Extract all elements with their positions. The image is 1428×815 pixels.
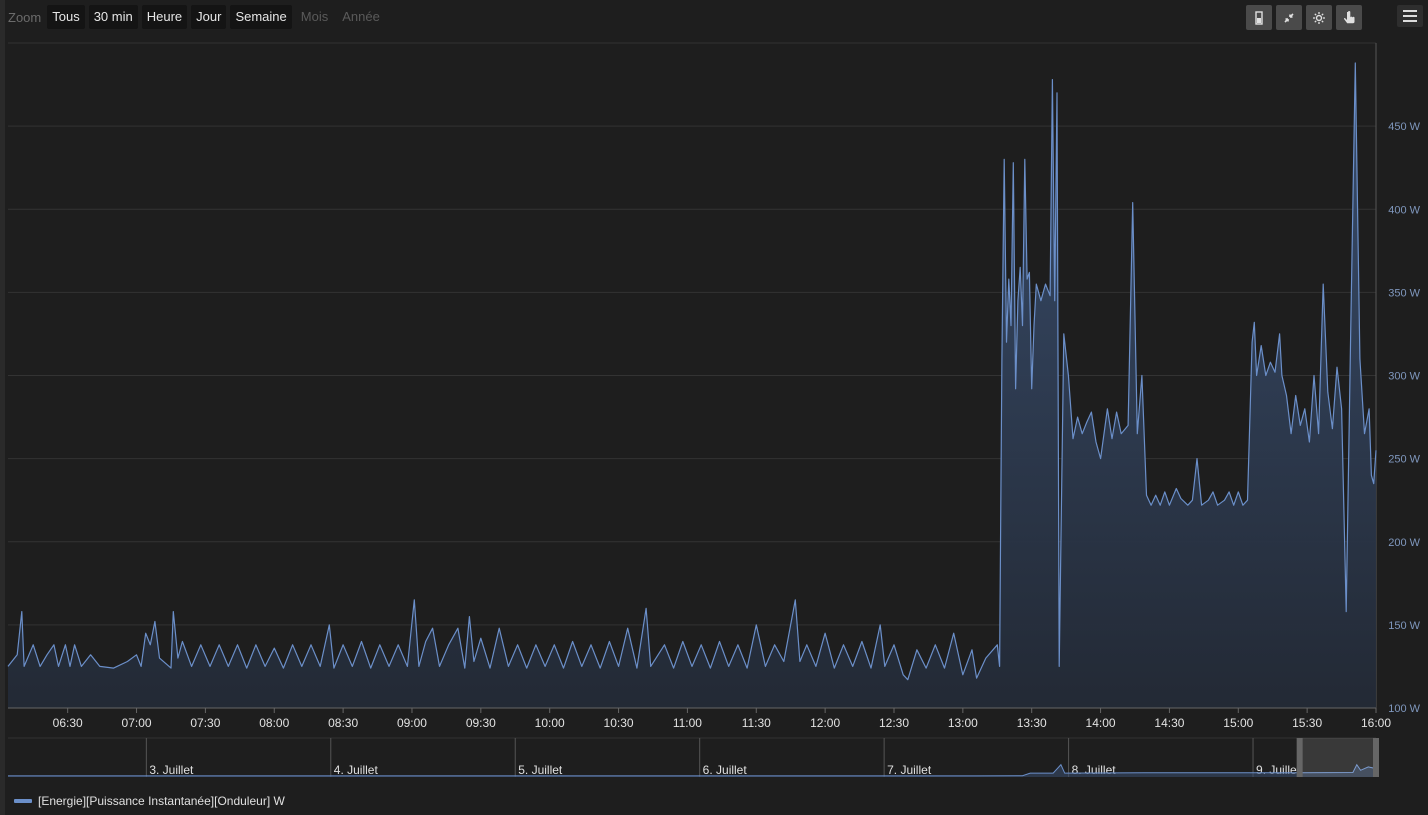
x-tick-label: 06:30: [53, 716, 83, 730]
x-tick-label: 09:00: [397, 716, 427, 730]
navigator[interactable]: 3. Juillet 4. Juillet 5. Juillet 6. Juillet…: [8, 737, 1379, 777]
navigator-handle-right: [1373, 738, 1379, 777]
y-tick-label: 300 W: [1388, 371, 1420, 383]
x-tick-label: 15:30: [1292, 716, 1322, 730]
x-tick-label: 12:00: [810, 716, 840, 730]
navigator-date-label: 4. Juillet: [334, 763, 379, 777]
navigator-date-label: 6. Juillet: [703, 763, 748, 777]
y-tick-label: 350 W: [1388, 287, 1420, 299]
plot-area[interactable]: [7, 62, 1377, 708]
navigator-date-label: 5. Juillet: [518, 763, 563, 777]
legend-label: [Energie][Puissance Instantanée][Onduleu…: [38, 794, 285, 808]
legend-swatch: [14, 799, 32, 803]
navigator-series-area: [8, 764, 1376, 777]
x-tick-label: 08:30: [328, 716, 358, 730]
x-tick-label: 07:00: [122, 716, 152, 730]
x-tick-label: 10:00: [535, 716, 565, 730]
navigator-date-label: 7. Juillet: [887, 763, 932, 777]
navigator-handle-left: [1296, 738, 1303, 777]
x-axis: 06:30 07:00 07:30 08:00 08:30 09:00 09:30 10:00…: [8, 707, 1391, 730]
y-tick-label: 400 W: [1388, 204, 1420, 216]
x-tick-label: 14:30: [1154, 716, 1184, 730]
navigator-selection-mask: [1299, 738, 1376, 777]
x-tick-label: 12:30: [879, 716, 909, 730]
y-tick-label: 150 W: [1388, 620, 1420, 632]
x-tick-label: 16:00: [1361, 716, 1391, 730]
x-tick-label: 14:00: [1086, 716, 1116, 730]
x-tick-label: 09:30: [466, 716, 496, 730]
series-area: [8, 63, 1376, 708]
x-tick-label: 15:00: [1223, 716, 1253, 730]
y-tick-label: 100 W: [1388, 703, 1420, 715]
x-tick-label: 08:00: [259, 716, 289, 730]
x-tick-label: 11:30: [742, 716, 771, 730]
y-tick-label: 450 W: [1388, 121, 1420, 133]
x-tick-label: 13:30: [1017, 716, 1047, 730]
x-tick-label: 10:30: [604, 716, 634, 730]
x-tick-label: 11:00: [673, 716, 702, 730]
y-tick-label: 250 W: [1388, 454, 1420, 466]
navigator-date-label: 3. Juillet: [149, 763, 194, 777]
legend-item[interactable]: [Energie][Puissance Instantanée][Onduleu…: [14, 794, 285, 808]
x-tick-label: 13:00: [948, 716, 978, 730]
chart-canvas: 100 W 150 W 200 W 250 W 300 W 350 W 400 W 450 W…: [7, 42, 1421, 777]
y-tick-label: 200 W: [1388, 537, 1420, 549]
x-tick-label: 07:30: [190, 716, 220, 730]
y-axis-labels: 100 W 150 W 200 W 250 W 300 W 350 W 400 W 450 W: [1388, 121, 1420, 715]
